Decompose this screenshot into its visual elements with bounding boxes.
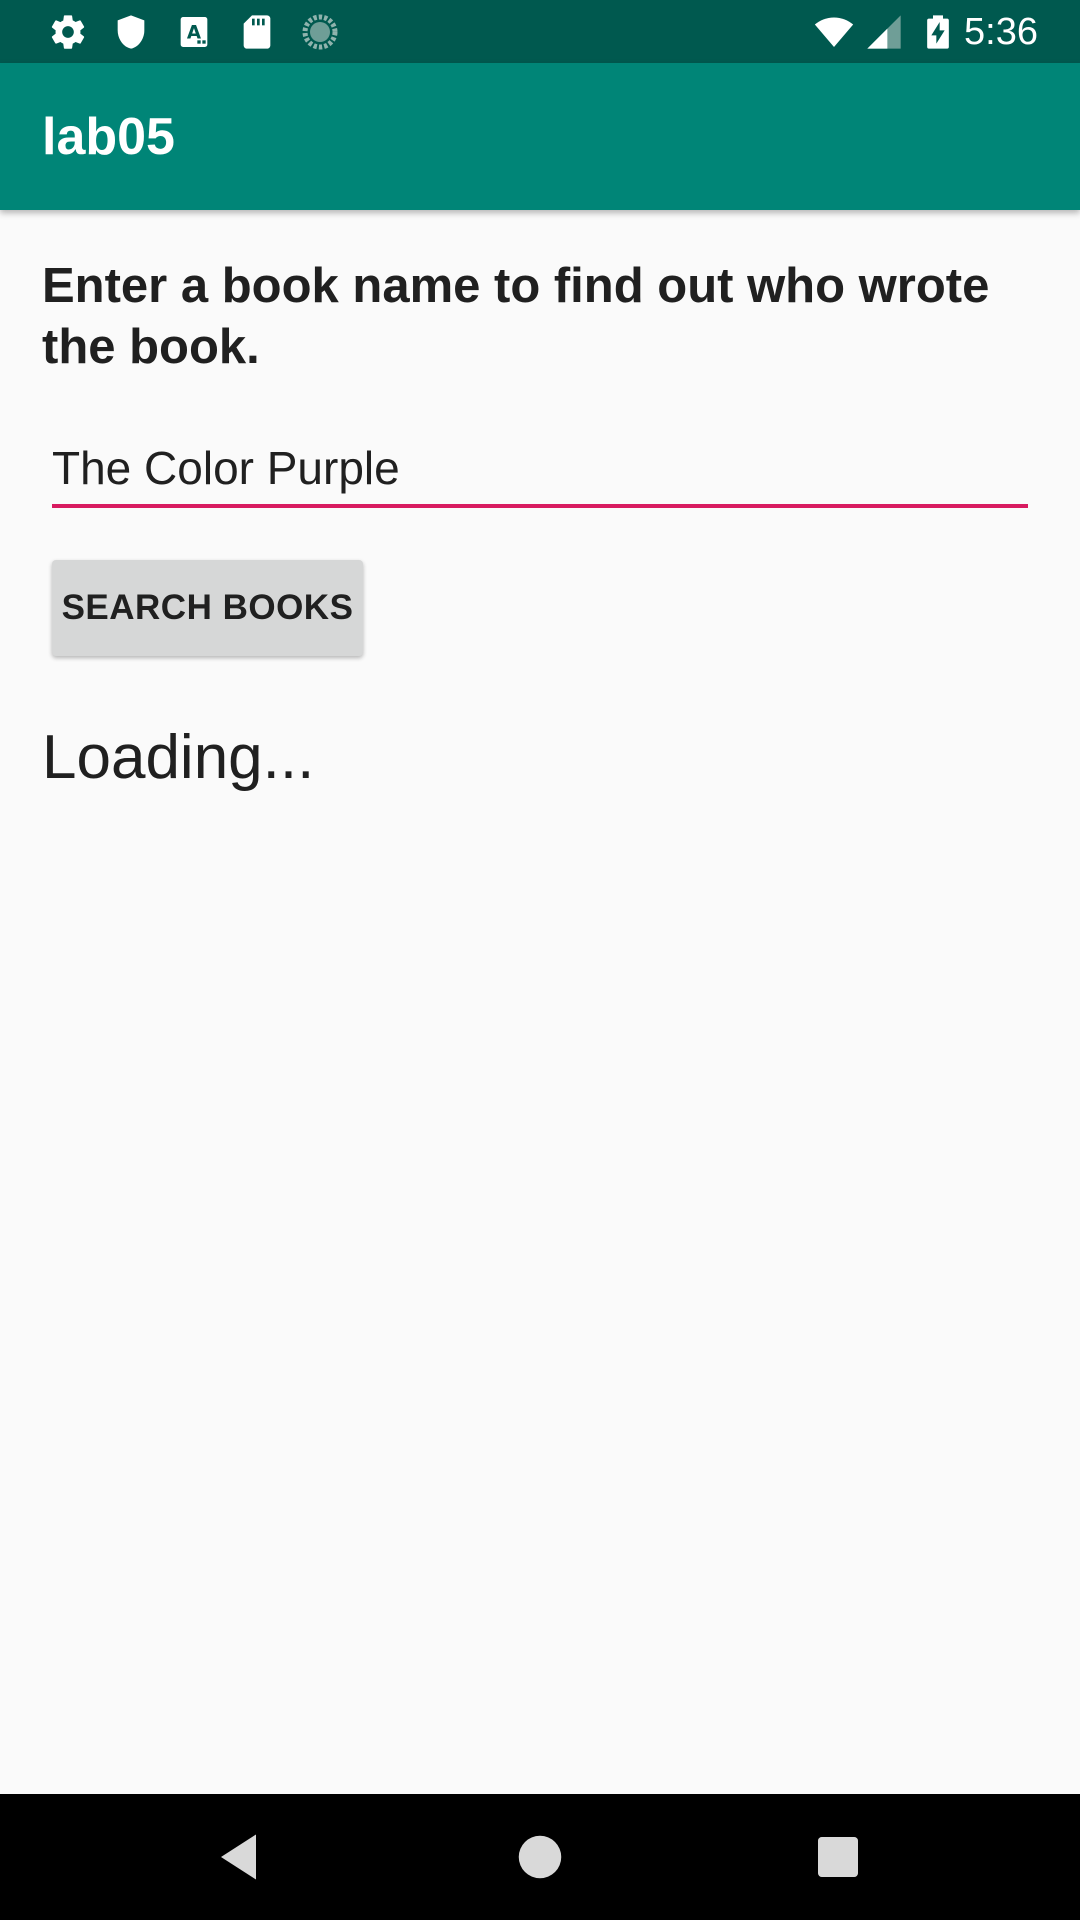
- recents-icon[interactable]: [808, 1827, 868, 1887]
- home-icon[interactable]: [510, 1827, 570, 1887]
- shield-icon: [111, 12, 151, 52]
- navigation-bar: [0, 1794, 1080, 1920]
- status-time: 5:36: [964, 11, 1038, 53]
- app-bar: lab05: [0, 63, 1080, 210]
- gear-icon: [48, 12, 88, 52]
- back-icon[interactable]: [211, 1827, 271, 1887]
- instructions-text: Enter a book name to find out who wrote …: [42, 259, 990, 374]
- sd-card-icon: [237, 12, 277, 52]
- loading-circle-icon: [300, 12, 340, 52]
- wifi-icon: [810, 12, 858, 52]
- battery-charging-icon: [918, 12, 958, 52]
- app-title: lab05: [42, 108, 175, 166]
- status-bar: A 5:36: [0, 0, 1080, 63]
- search-books-button[interactable]: SEARCH BOOKS: [52, 560, 363, 656]
- result-text: Loading...: [42, 723, 315, 792]
- cell-signal-icon: [864, 12, 904, 52]
- text-a-icon: A: [174, 12, 214, 52]
- book-name-input[interactable]: [52, 432, 1028, 508]
